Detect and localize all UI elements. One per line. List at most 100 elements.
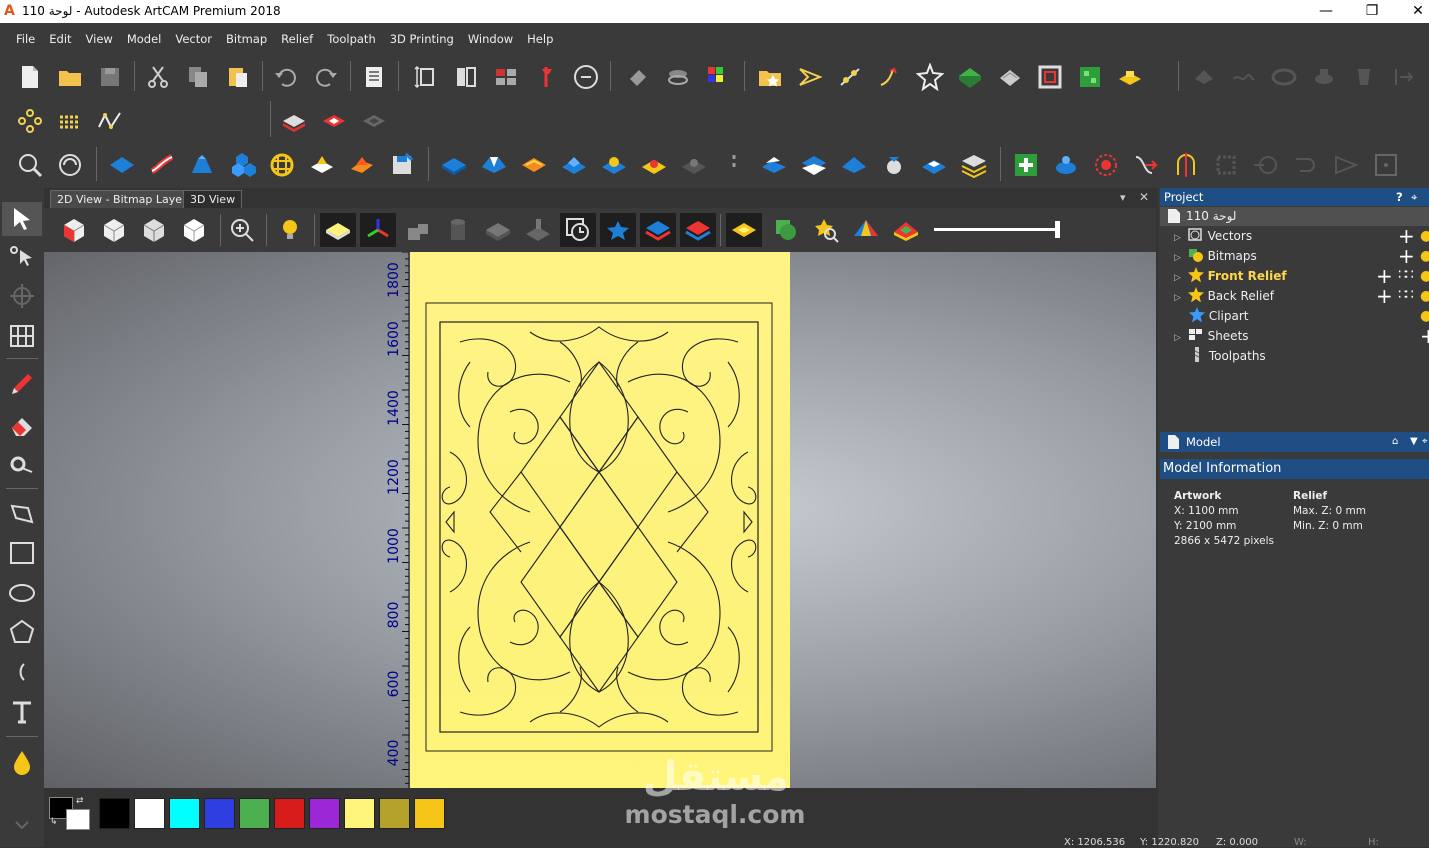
add-sheet-icon[interactable]: + bbox=[1420, 326, 1429, 346]
tabs-dropdown-icon[interactable]: ▾ bbox=[1120, 191, 1126, 204]
gold-relief-icon[interactable] bbox=[1116, 63, 1144, 91]
project-root-label[interactable]: لوحة 110 bbox=[1186, 206, 1236, 226]
relief-layer-3-icon[interactable] bbox=[560, 151, 588, 179]
3d-viewport[interactable] bbox=[44, 252, 1156, 788]
new-file-icon[interactable] bbox=[16, 63, 44, 91]
palette-swatch[interactable] bbox=[169, 798, 200, 829]
emboss-icon[interactable] bbox=[280, 107, 308, 135]
secondary-color-swatch[interactable] bbox=[66, 809, 90, 830]
pencil-icon[interactable] bbox=[8, 370, 36, 398]
palette-swatch[interactable] bbox=[309, 798, 340, 829]
add-back-relief-layer-icon[interactable]: + bbox=[1376, 286, 1393, 306]
menu-relief[interactable]: Relief bbox=[274, 23, 320, 55]
select-arrow-icon[interactable] bbox=[8, 205, 36, 233]
show-relief-icon[interactable] bbox=[324, 216, 352, 244]
brightness-slider-handle[interactable] bbox=[1055, 221, 1060, 238]
node-select-icon[interactable] bbox=[8, 244, 36, 272]
reset-colors-icon[interactable]: ↳ bbox=[50, 817, 58, 827]
collapse-toolbar-icon[interactable] bbox=[8, 810, 36, 838]
tab-3d-view[interactable]: 3D View bbox=[183, 190, 243, 209]
tree-row-bitmaps[interactable]: ▷ Bitmaps bbox=[1174, 246, 1257, 266]
relief-layer-7-icon[interactable] bbox=[720, 151, 748, 179]
minimize-button[interactable]: — bbox=[1303, 0, 1349, 23]
node-edit-icon[interactable] bbox=[836, 63, 864, 91]
copy-icon[interactable] bbox=[184, 63, 212, 91]
green-object-icon[interactable] bbox=[772, 216, 800, 244]
disabled-tool-7-icon[interactable] bbox=[1212, 151, 1240, 179]
menu-vector[interactable]: Vector bbox=[168, 23, 219, 55]
palette-swatch[interactable] bbox=[379, 798, 410, 829]
menu-window[interactable]: Window bbox=[461, 23, 520, 55]
sweep-arrow-icon[interactable] bbox=[1132, 151, 1160, 179]
tree-row-vectors[interactable]: ▷ Vectors bbox=[1174, 226, 1252, 246]
tab-2d-view[interactable]: 2D View - Bitmap Layer bbox=[50, 190, 194, 209]
transform-icon[interactable] bbox=[8, 282, 36, 310]
relief-layer-2-icon[interactable] bbox=[480, 151, 508, 179]
menu-3d-printing[interactable]: 3D Printing bbox=[383, 23, 461, 55]
expand-arrow-icon[interactable]: ▷ bbox=[1174, 293, 1181, 303]
document-properties-icon[interactable] bbox=[360, 63, 388, 91]
polygon-icon[interactable] bbox=[8, 618, 36, 646]
block-icon[interactable] bbox=[484, 216, 512, 244]
swap-colors-icon[interactable]: ⇄ bbox=[76, 796, 84, 806]
relief-layer-8-icon[interactable] bbox=[760, 151, 788, 179]
layers-blue-icon[interactable] bbox=[644, 216, 672, 244]
tree-row-sheets[interactable]: ▷ Sheets bbox=[1174, 326, 1249, 346]
shape-editor-icon[interactable] bbox=[308, 151, 336, 179]
material-icon[interactable] bbox=[404, 216, 432, 244]
side-view-icon[interactable] bbox=[180, 216, 208, 244]
lightbulb-icon[interactable] bbox=[276, 216, 304, 244]
visibility-bulb-icon[interactable]: ● bbox=[1420, 288, 1429, 304]
relief-layer-9-icon[interactable] bbox=[800, 151, 828, 179]
collapse-icon[interactable]: ▼ bbox=[1410, 432, 1418, 452]
expand-arrow-icon[interactable]: ▷ bbox=[1174, 233, 1181, 243]
layout-grid-icon[interactable] bbox=[8, 322, 36, 350]
polyline-draw-icon[interactable] bbox=[8, 498, 36, 526]
yellow-relief-icon[interactable] bbox=[730, 216, 758, 244]
texture-relief-icon[interactable] bbox=[996, 63, 1024, 91]
clock-wireframe-icon[interactable] bbox=[564, 216, 592, 244]
star-shape-icon[interactable] bbox=[916, 63, 944, 91]
add-relief-icon[interactable] bbox=[1012, 151, 1040, 179]
close-button[interactable]: ✕ bbox=[1395, 0, 1429, 23]
undo-icon[interactable] bbox=[272, 63, 300, 91]
pyramid-color-icon[interactable] bbox=[852, 216, 880, 244]
relief-layer-10-icon[interactable] bbox=[840, 151, 868, 179]
redo-icon[interactable] bbox=[312, 63, 340, 91]
tree-row-front-relief[interactable]: ▷ Front Relief bbox=[1174, 266, 1287, 286]
arc-icon[interactable] bbox=[8, 658, 36, 686]
sphere-view-icon[interactable] bbox=[56, 151, 84, 179]
zoom-area-icon[interactable] bbox=[16, 151, 44, 179]
datum-icon[interactable] bbox=[532, 63, 560, 91]
menu-file[interactable]: File bbox=[9, 23, 42, 55]
relief-grid-icon[interactable]: ∷∷ bbox=[1398, 267, 1414, 283]
add-front-relief-layer-icon[interactable]: + bbox=[1376, 266, 1393, 286]
disabled-tool-8-icon[interactable] bbox=[1252, 151, 1280, 179]
expand-arrow-icon[interactable]: ▷ bbox=[1174, 273, 1181, 283]
home-icon[interactable]: ⌂ bbox=[1392, 432, 1398, 452]
paste-icon[interactable] bbox=[224, 63, 252, 91]
favourites-folder-icon[interactable] bbox=[756, 63, 784, 91]
palette-swatch[interactable] bbox=[239, 798, 270, 829]
relief-layer-5-icon[interactable] bbox=[640, 151, 668, 179]
front-view-icon[interactable] bbox=[140, 216, 168, 244]
disabled-tool-3-icon[interactable] bbox=[1270, 63, 1298, 91]
save-icon[interactable] bbox=[96, 63, 124, 91]
tree-row-toolpaths[interactable]: Toolpaths bbox=[1186, 346, 1266, 366]
close-view-icon[interactable]: ✕ bbox=[1139, 190, 1149, 204]
disabled-tool-11-icon[interactable] bbox=[1372, 151, 1400, 179]
relief-blue-icon[interactable] bbox=[108, 151, 136, 179]
cut-icon[interactable] bbox=[144, 63, 172, 91]
tree-row-back-relief[interactable]: ▷ Back Relief bbox=[1174, 286, 1274, 306]
menu-edit[interactable]: Edit bbox=[42, 23, 78, 55]
spin-relief-icon[interactable] bbox=[188, 151, 216, 179]
frame-icon[interactable] bbox=[1036, 63, 1064, 91]
cross-section-icon[interactable] bbox=[1172, 151, 1200, 179]
points-icon[interactable] bbox=[16, 107, 44, 135]
disabled-tool-10-icon[interactable] bbox=[1332, 151, 1360, 179]
blue-cylinder-icon[interactable] bbox=[1052, 151, 1080, 179]
help-icon[interactable]: ? bbox=[1396, 188, 1403, 206]
menu-view[interactable]: View bbox=[79, 23, 120, 55]
smart-vector-icon[interactable] bbox=[796, 63, 824, 91]
add-bitmap-layer-icon[interactable]: + bbox=[1398, 246, 1415, 266]
